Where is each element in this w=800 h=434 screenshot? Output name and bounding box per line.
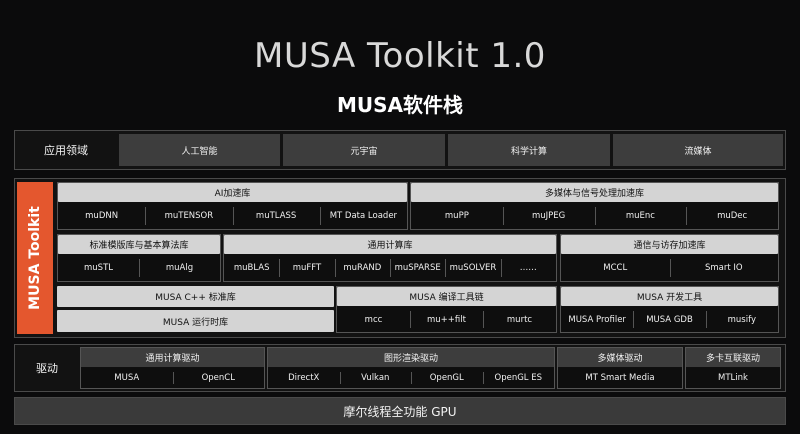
driver-mt-smart-media: MT Smart Media xyxy=(558,368,682,388)
lib-mccl: MCCL xyxy=(561,255,670,281)
lib-murand: muRAND xyxy=(334,255,390,281)
lib-smart-io: Smart IO xyxy=(669,255,778,281)
compiler-toolchain-items: mcc mu++filt murtc xyxy=(337,307,556,332)
lib-mufft: muFFT xyxy=(279,255,335,281)
stl-libs-header: 标准模版库与基本算法库 xyxy=(58,235,220,254)
driver-musa: MUSA xyxy=(81,368,173,388)
lib-mublas: muBLAS xyxy=(224,255,280,281)
tool-murtc: murtc xyxy=(483,307,556,332)
driver-link-items: MTLink xyxy=(686,368,780,388)
app-domain-label: 应用领域 xyxy=(44,144,88,157)
driver-vulkan: Vulkan xyxy=(339,368,411,388)
driver-link: 多卡互联驱动 MTLink xyxy=(685,347,781,389)
gpu-bar: 摩尔线程全功能 GPU xyxy=(14,397,786,425)
media-libs-header: 多媒体与信号处理加速库 xyxy=(411,183,778,202)
dev-tools: MUSA 开发工具 MUSA Profiler MUSA GDB musify xyxy=(560,286,779,333)
lib-mualg: muAlg xyxy=(139,255,220,281)
tool-musify: musify xyxy=(705,307,778,332)
general-libs-items: muBLAS muFFT muRAND muSPARSE muSOLVER …… xyxy=(224,255,556,281)
lib-mt-data-loader: MT Data Loader xyxy=(319,203,407,229)
driver-compute-items: MUSA OpenCL xyxy=(81,368,264,388)
media-libs-items: muPP muJPEG muEnc muDec xyxy=(411,203,778,229)
driver-opencl: OpenCL xyxy=(172,368,264,388)
domain-streaming: 流媒体 xyxy=(613,134,783,166)
tool-musa-profiler: MUSA Profiler xyxy=(561,307,634,332)
lib-mudec: muDec xyxy=(686,203,778,229)
lib-musolver: muSOLVER xyxy=(445,255,501,281)
page-title: MUSA Toolkit 1.0 xyxy=(254,36,546,76)
media-libs: 多媒体与信号处理加速库 muPP muJPEG muEnc muDec xyxy=(410,182,779,230)
ai-libs-header: AI加速库 xyxy=(58,183,407,202)
lib-more: …… xyxy=(500,255,556,281)
compiler-toolchain-header: MUSA 编译工具链 xyxy=(337,287,556,306)
app-domain-row: 应用领域 人工智能 元宇宙 科学计算 流媒体 xyxy=(14,130,786,170)
dev-tools-items: MUSA Profiler MUSA GDB musify xyxy=(561,307,778,332)
general-libs: 通用计算库 muBLAS muFFT muRAND muSPARSE muSOL… xyxy=(223,234,557,282)
ai-libs: AI加速库 muDNN muTENSOR muTLASS MT Data Loa… xyxy=(57,182,408,230)
tool-mcc: mcc xyxy=(337,307,410,332)
comm-libs-items: MCCL Smart IO xyxy=(561,255,778,281)
lib-mupp: muPP xyxy=(411,203,503,229)
stl-libs: 标准模版库与基本算法库 muSTL muAlg xyxy=(57,234,221,282)
lib-mudnn: muDNN xyxy=(58,203,146,229)
driver-multimedia-header: 多媒体驱动 xyxy=(558,348,682,367)
lib-mujpeg: muJPEG xyxy=(502,203,595,229)
compiler-toolchain: MUSA 编译工具链 mcc mu++filt murtc xyxy=(336,286,557,333)
driver-mtlink: MTLink xyxy=(686,368,780,388)
lib-musparse: muSPARSE xyxy=(389,255,446,281)
driver-graphics: 图形渲染驱动 DirectX Vulkan OpenGL OpenGL ES xyxy=(267,347,555,389)
cpp-std-lib: MUSA C++ 标准库 xyxy=(57,286,334,307)
domain-metaverse: 元宇宙 xyxy=(283,134,445,166)
comm-libs: 通信与访存加速库 MCCL Smart IO xyxy=(560,234,779,282)
stl-libs-items: muSTL muAlg xyxy=(58,255,220,281)
driver-link-header: 多卡互联驱动 xyxy=(686,348,780,367)
comm-libs-header: 通信与访存加速库 xyxy=(561,235,778,254)
driver-graphics-items: DirectX Vulkan OpenGL OpenGL ES xyxy=(268,368,554,388)
domain-ai: 人工智能 xyxy=(119,134,280,166)
driver-opengl: OpenGL xyxy=(411,368,483,388)
driver-label: 驱动 xyxy=(36,362,58,375)
lib-mutlass: muTLASS xyxy=(232,203,320,229)
lib-mustl: muSTL xyxy=(58,255,139,281)
toolkit-label-bar: MUSA Toolkit xyxy=(17,182,53,334)
tool-muplusplus-filt: mu++filt xyxy=(410,307,483,332)
driver-multimedia: 多媒体驱动 MT Smart Media xyxy=(557,347,683,389)
runtime-lib: MUSA 运行时库 xyxy=(57,310,334,332)
dev-tools-header: MUSA 开发工具 xyxy=(561,287,778,306)
driver-directx: DirectX xyxy=(268,368,340,388)
ai-libs-items: muDNN muTENSOR muTLASS MT Data Loader xyxy=(58,203,407,229)
driver-graphics-header: 图形渲染驱动 xyxy=(268,348,554,367)
driver-opengl-es: OpenGL ES xyxy=(482,368,554,388)
toolkit-label: MUSA Toolkit xyxy=(27,206,43,310)
driver-compute: 通用计算驱动 MUSA OpenCL xyxy=(80,347,265,389)
lib-mutensor: muTENSOR xyxy=(145,203,233,229)
tool-musa-gdb: MUSA GDB xyxy=(633,307,706,332)
domain-scientific: 科学计算 xyxy=(448,134,610,166)
page-subtitle: MUSA软件栈 xyxy=(336,93,464,117)
general-libs-header: 通用计算库 xyxy=(224,235,556,254)
driver-compute-header: 通用计算驱动 xyxy=(81,348,264,367)
lib-muenc: muEnc xyxy=(594,203,687,229)
driver-multimedia-items: MT Smart Media xyxy=(558,368,682,388)
